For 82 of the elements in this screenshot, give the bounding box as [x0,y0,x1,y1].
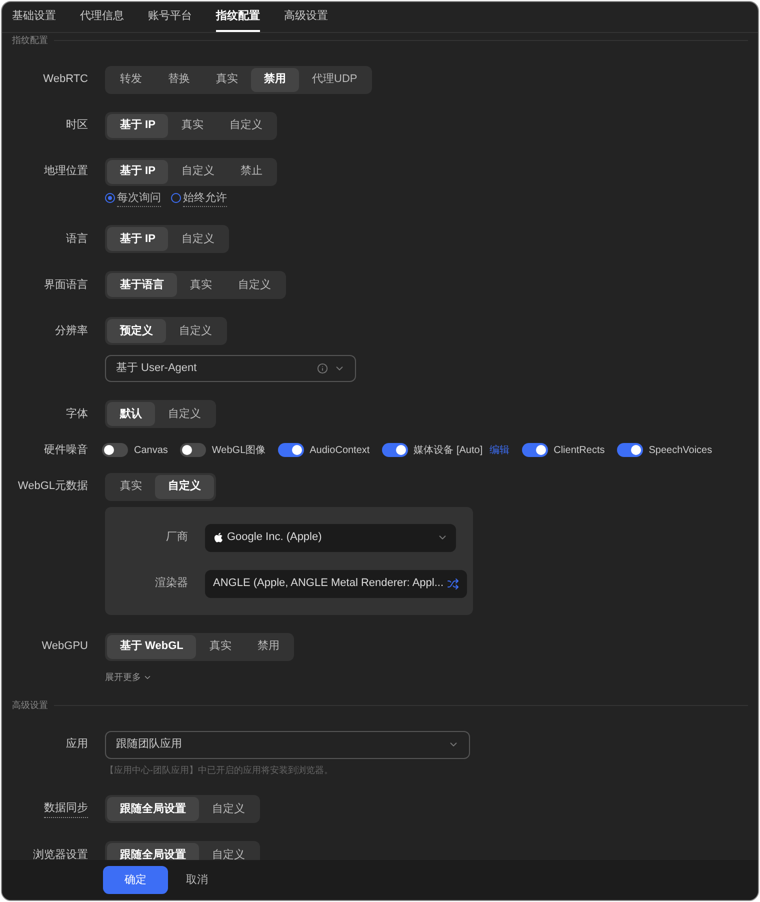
segment-option[interactable]: 跟随全局设置 [107,797,199,821]
tab[interactable]: 账号平台 [148,2,192,32]
toggle-label: WebGL图像 [212,444,266,458]
field-label: 浏览器设置 [33,848,88,860]
tab[interactable]: 高级设置 [284,2,328,32]
segment-option[interactable]: 自定义 [155,474,214,498]
cancel-button[interactable]: 取消 [186,872,208,888]
field-label: 分辨率 [55,324,88,339]
segment-option[interactable]: 自定义 [199,797,258,821]
field-label: 硬件噪音 [44,442,88,458]
input-field[interactable]: ANGLE (Apple, ANGLE Metal Renderer: Appl... [205,570,467,598]
select-value: 基于 User-Agent [116,361,198,376]
segment-option[interactable]: 自定义 [216,114,276,138]
select-field[interactable]: Google Inc. (Apple) [205,524,456,552]
segment-option[interactable]: 转发 [107,68,155,92]
field-label: WebRTC [43,72,88,88]
toggle-switch[interactable] [382,443,408,458]
radio-label: 每次询问 [117,190,161,207]
segment-option[interactable]: 禁用 [251,68,299,92]
field-label: 时区 [66,118,88,134]
segment-option[interactable]: 预定义 [107,319,166,343]
toggle-label: AudioContext [310,444,370,458]
segment-option[interactable]: 基于语言 [107,273,177,297]
toggle-switch[interactable] [102,443,128,458]
apple-icon [213,532,224,543]
segment-option[interactable]: 基于 IP [107,227,168,251]
toggle-label: Canvas [134,444,168,458]
hint-text: 【应用中心-团队应用】中已开启的应用将安装到浏览器。 [105,764,334,776]
segment-option[interactable]: 基于 IP [107,114,168,138]
edit-link[interactable]: 编辑 [490,442,510,458]
segment-option[interactable]: 自定义 [155,402,214,426]
field-label: 地理位置 [44,164,88,180]
segment-option[interactable]: 代理UDP [299,68,370,92]
radio-button[interactable] [171,193,181,204]
expand-more-link[interactable]: 展开更多 [105,670,152,684]
segment-option[interactable]: 真实 [203,68,251,92]
toggle-switch[interactable] [616,443,643,458]
toggle-label: SpeechVoices [648,444,712,458]
field-value: Google Inc. (Apple) [227,530,323,546]
toggle-switch[interactable] [180,443,206,458]
select-field[interactable]: 基于 User-Agent [105,355,356,382]
radio-button[interactable] [105,193,115,204]
field-label: WebGPU [42,639,88,654]
segment-option[interactable]: 默认 [107,402,155,426]
segment-option[interactable]: 真实 [196,634,244,658]
section-title: 指纹配置 [12,34,48,47]
field-label: 厂商 [166,530,188,546]
segment-option[interactable]: 自定义 [168,160,228,184]
section-title: 高级设置 [12,699,48,712]
toggle-label: 媒体设备 [Auto] [414,444,483,458]
tab[interactable]: 基础设置 [12,2,56,32]
segment-option[interactable]: 自定义 [199,843,258,860]
field-label: 应用 [66,736,88,752]
segment-option[interactable]: 基于 WebGL [107,634,196,658]
field-label: 数据同步 [44,800,88,818]
segment-option[interactable]: 禁用 [244,634,292,658]
segment-option[interactable]: 真实 [107,474,155,498]
segment-option[interactable]: 基于 IP [107,160,168,184]
segment-option[interactable]: 禁止 [227,160,276,184]
toggle-switch[interactable] [522,443,548,458]
confirm-button[interactable]: 确定 [103,866,168,894]
segment-option[interactable]: 真实 [177,273,225,297]
field-label: 渲染器 [155,576,188,592]
field-label: 语言 [66,232,88,247]
tab[interactable]: 代理信息 [80,2,124,32]
field-label: 界面语言 [44,278,88,293]
segment-option[interactable]: 自定义 [166,319,225,343]
segment-option[interactable]: 跟随全局设置 [107,843,199,860]
tab[interactable]: 指纹配置 [216,2,260,32]
segment-option[interactable]: 自定义 [225,273,284,297]
segment-option[interactable]: 替换 [155,68,203,92]
toggle-label: ClientRects [554,444,605,458]
toggle-switch[interactable] [278,443,304,458]
segment-option[interactable]: 自定义 [168,227,228,251]
select-field[interactable]: 跟随团队应用 [105,730,470,758]
field-label: 字体 [66,406,88,422]
field-label: WebGL元数据 [18,479,88,494]
segment-option[interactable]: 真实 [168,114,216,138]
select-value: 跟随团队应用 [116,736,183,752]
radio-label: 始终允许 [183,190,227,207]
field-value: ANGLE (Apple, ANGLE Metal Renderer: Appl... [213,576,444,592]
shuffle-icon[interactable] [446,578,459,590]
